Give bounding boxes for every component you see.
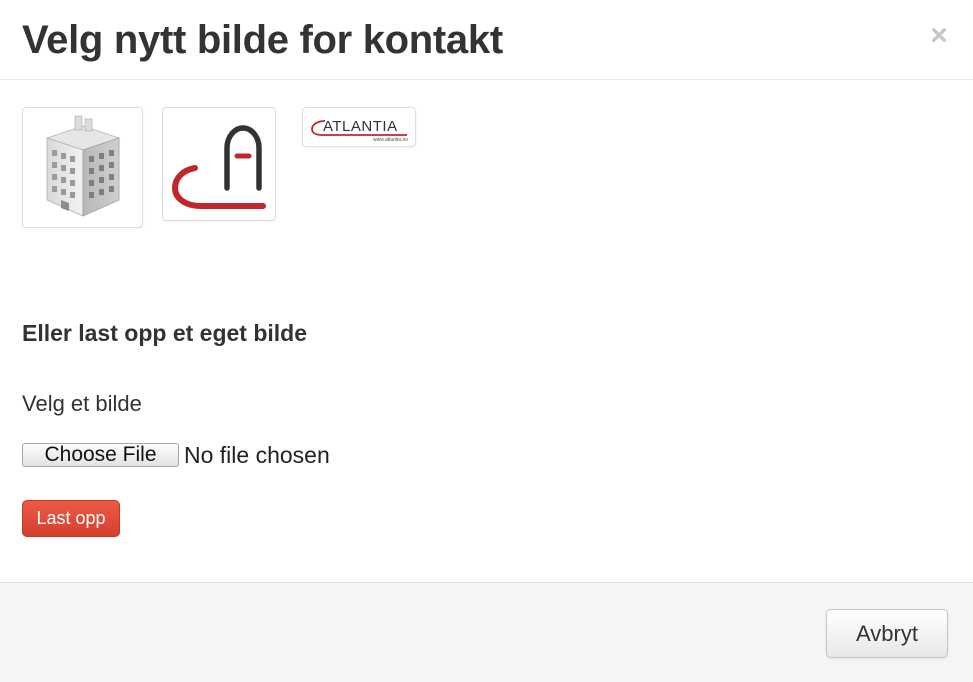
close-button[interactable]: ×: [927, 21, 951, 51]
atlantia-logo-icon: ATLANTIA www.atlantia.no: [311, 118, 408, 143]
dialog: Velg nytt bilde for kontakt × ATLANTIA w…: [0, 0, 973, 682]
thumbnail-atlantia-logo[interactable]: ATLANTIA www.atlantia.no: [302, 107, 416, 147]
atlantia-logo-text: ATLANTIA: [323, 118, 398, 135]
upload-button[interactable]: Last opp: [22, 500, 120, 537]
building-icon: [45, 115, 121, 217]
file-status-text: No file chosen: [184, 442, 330, 468]
ca-logo-icon: [171, 125, 266, 209]
cancel-button[interactable]: Avbryt: [826, 609, 948, 658]
thumbnail-building[interactable]: [22, 107, 143, 228]
dialog-header: Velg nytt bilde for kontakt ×: [0, 0, 973, 80]
dialog-title: Velg nytt bilde for kontakt: [22, 18, 503, 62]
choose-file-button[interactable]: Choose File: [22, 443, 179, 467]
atlantia-logo-url: www.atlantia.no: [373, 137, 408, 143]
upload-heading: Eller last opp et eget bilde: [22, 320, 308, 346]
thumbnail-ca-logo[interactable]: [162, 107, 276, 221]
dialog-footer: Avbryt: [0, 582, 973, 682]
file-field-label: Velg et bilde: [22, 391, 142, 416]
